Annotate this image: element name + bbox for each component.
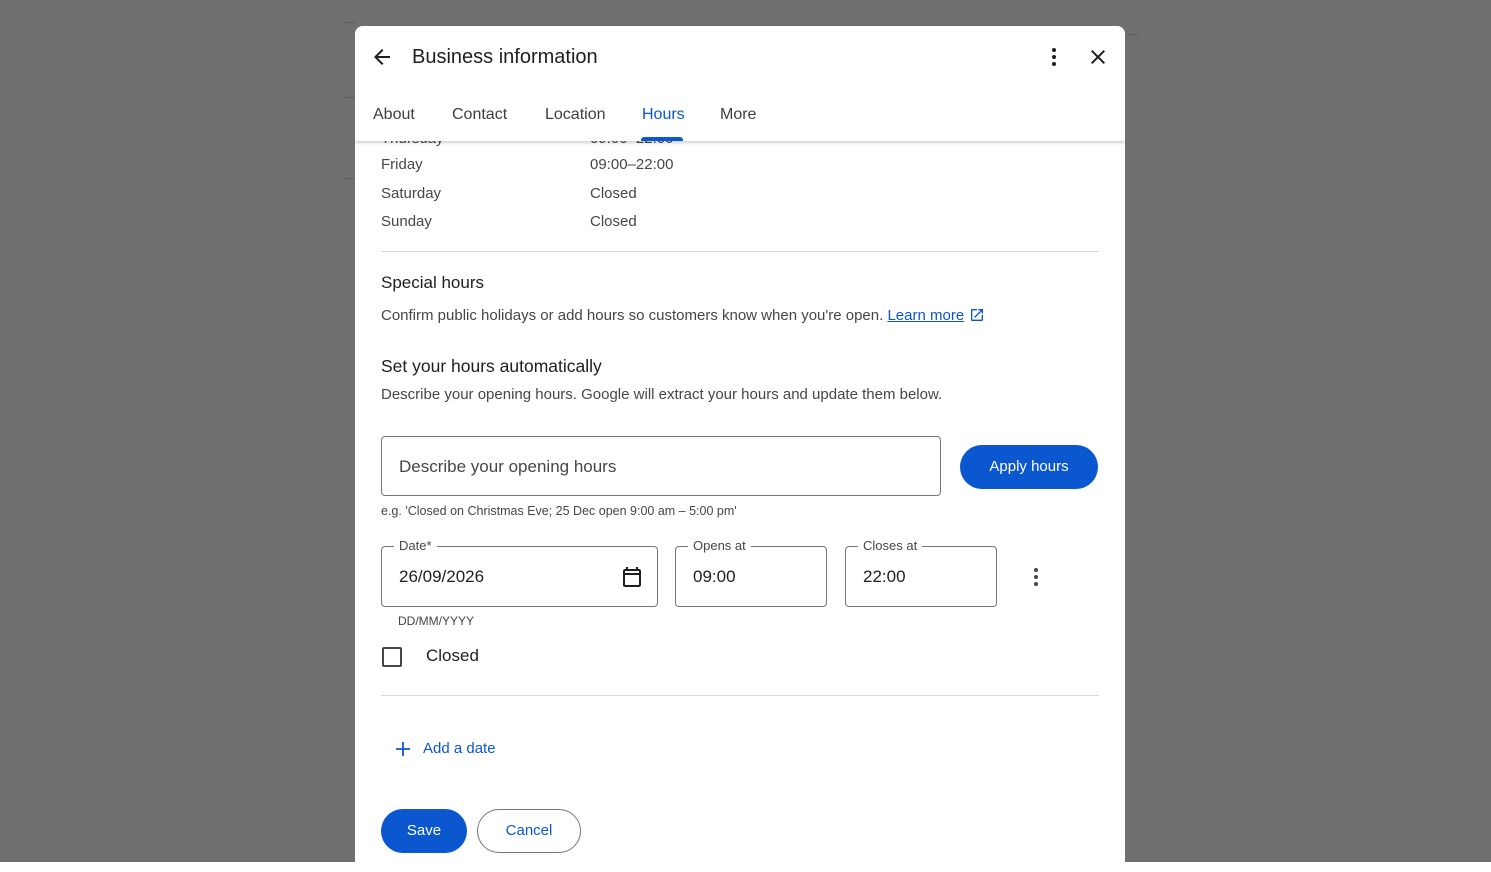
closes-at-value[interactable]: 22:00 (863, 566, 906, 588)
background-divider (1125, 34, 1139, 35)
hours-value: Closed (590, 213, 637, 230)
closes-at-label: Closes at (858, 538, 923, 554)
calendar-icon[interactable] (620, 565, 644, 594)
dialog-header: Business information About Contact Locat… (355, 26, 1125, 141)
learn-more-link[interactable]: Learn more (887, 307, 964, 324)
cancel-button[interactable]: Cancel (477, 809, 581, 853)
example-hint: e.g. 'Closed on Christmas Eve; 25 Dec op… (381, 504, 737, 518)
active-tab-indicator (641, 137, 683, 141)
opens-at-label: Opens at (688, 538, 751, 554)
closes-at-field[interactable]: Closes at 22:00 (845, 538, 997, 607)
close-icon[interactable] (1086, 45, 1110, 74)
hours-day: Saturday (381, 185, 442, 202)
apply-hours-button[interactable]: Apply hours (960, 445, 1098, 489)
special-hours-description: Confirm public holidays or add hours so … (381, 306, 985, 329)
background-divider (343, 22, 355, 23)
tab-contact[interactable]: Contact (452, 105, 507, 125)
hours-value: 09:00–22:00 (590, 156, 674, 173)
tab-location[interactable]: Location (545, 105, 606, 125)
opens-at-field[interactable]: Opens at 09:00 (675, 538, 827, 607)
date-field-label: Date* (394, 538, 437, 554)
plus-icon (395, 741, 411, 765)
section-divider (381, 251, 1099, 252)
save-button[interactable]: Save (381, 809, 467, 853)
describe-hours-field[interactable] (381, 436, 941, 496)
date-field-value[interactable]: 26/09/2026 (399, 566, 484, 588)
special-hours-title: Special hours (381, 273, 485, 292)
dialog-content: Thursday 09:00–22:00 Friday 09:00–22:00 … (355, 26, 1125, 872)
business-information-dialog: Thursday 09:00–22:00 Friday 09:00–22:00 … (355, 26, 1125, 872)
tab-more[interactable]: More (720, 105, 756, 125)
section-divider (381, 695, 1099, 696)
describe-hours-input[interactable] (399, 455, 919, 479)
date-format-hint: DD/MM/YYYY (398, 614, 475, 628)
auto-hours-description: Describe your opening hours. Google will… (381, 386, 943, 403)
more-options-icon[interactable] (1042, 45, 1066, 74)
date-field[interactable]: Date* 26/09/2026 (381, 538, 658, 607)
opens-at-value[interactable]: 09:00 (693, 566, 736, 588)
background-divider (343, 178, 355, 179)
closed-checkbox[interactable] (382, 647, 402, 667)
special-hours-description-text: Confirm public holidays or add hours so … (381, 307, 884, 324)
back-arrow-icon[interactable] (370, 45, 394, 74)
tab-about[interactable]: About (373, 105, 415, 125)
hours-day: Sunday (381, 213, 432, 230)
more-vert-icon[interactable] (1024, 565, 1048, 594)
hours-value: Closed (590, 185, 637, 202)
open-in-new-icon[interactable] (969, 307, 985, 329)
hours-day: Friday (381, 156, 423, 173)
background-divider (343, 97, 355, 98)
dialog-title: Business information (412, 46, 598, 68)
tab-hours[interactable]: Hours (642, 105, 685, 125)
auto-hours-title: Set your hours automatically (381, 356, 602, 376)
add-date-label: Add a date (423, 740, 496, 757)
closed-checkbox-label[interactable]: Closed (426, 645, 479, 667)
